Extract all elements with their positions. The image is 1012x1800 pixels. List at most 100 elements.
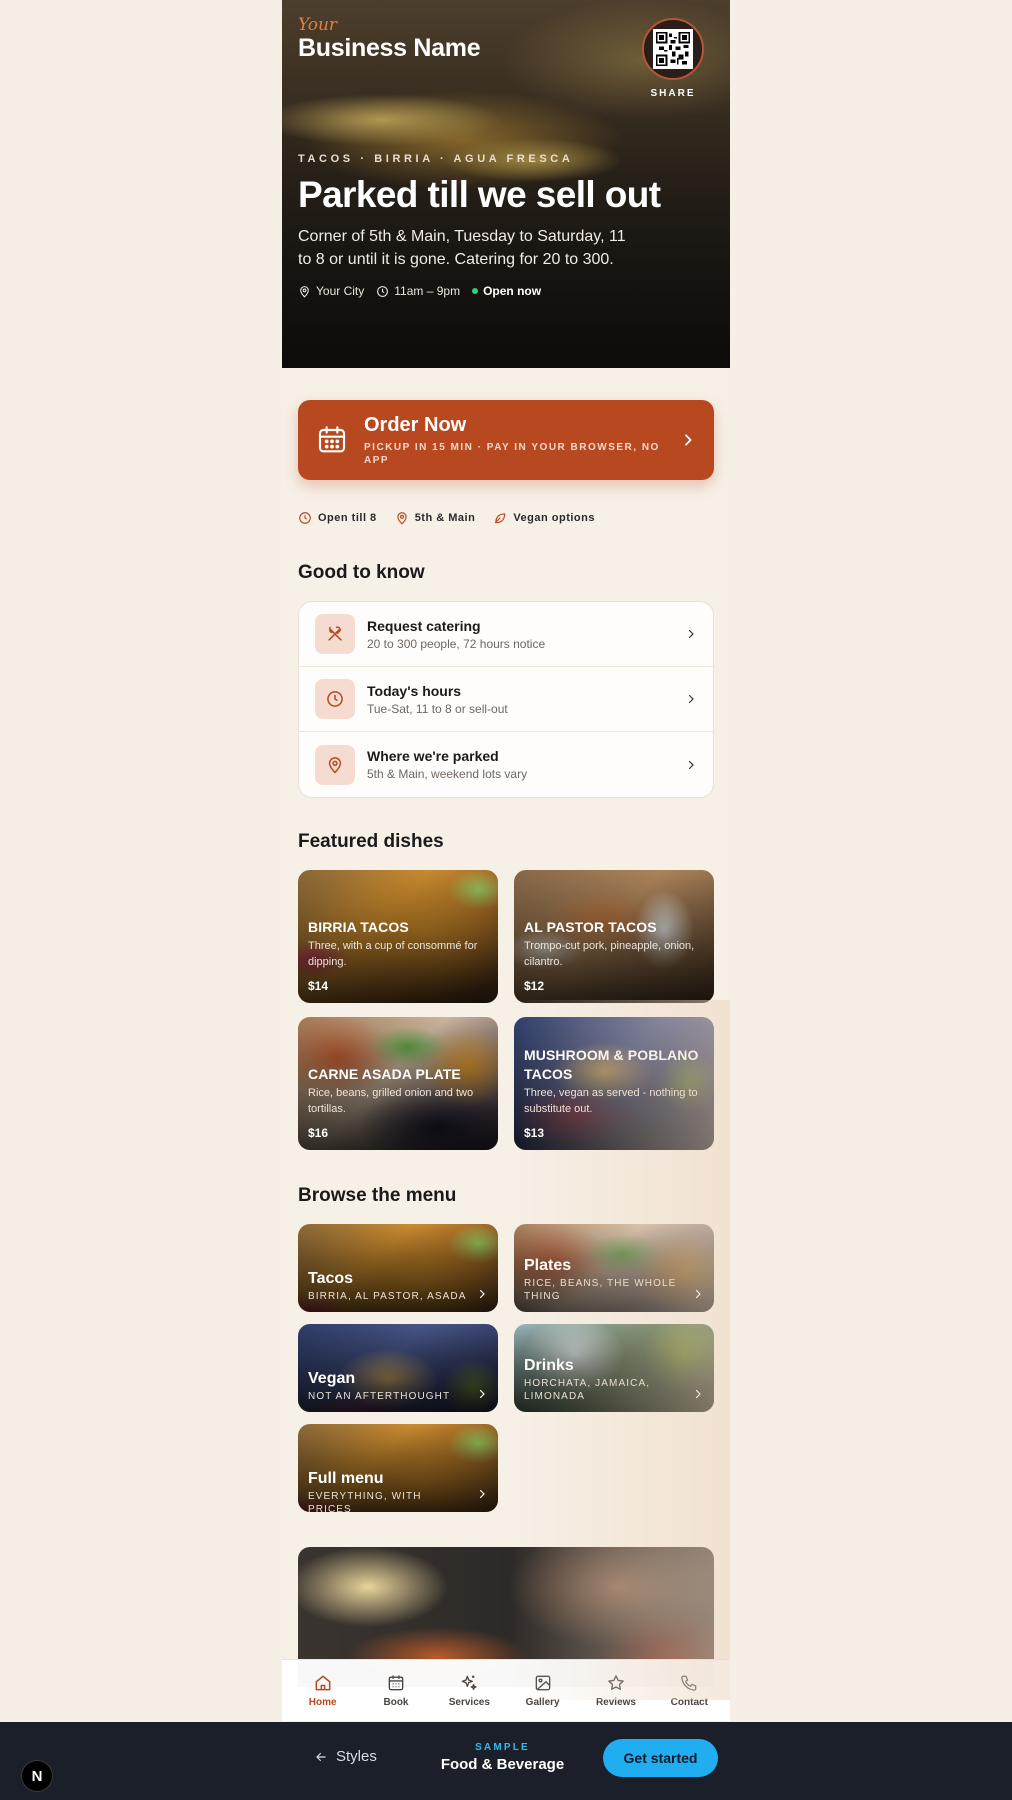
order-now-button[interactable]: Order Now PICKUP IN 15 MIN · PAY IN YOUR… (298, 400, 714, 480)
hero-subtitle: Corner of 5th & Main, Tuesday to Saturda… (298, 228, 626, 268)
dish-desc: Rice, beans, grilled onion and two torti… (308, 1087, 474, 1115)
chip-location: 5th & Main (395, 511, 476, 525)
leaf-icon (495, 513, 506, 524)
arrow-left-icon (316, 1752, 326, 1761)
dish-name: AL PASTOR TACOS (524, 919, 657, 935)
tab-label: Services (448, 1697, 490, 1708)
preview-bottom-bar: N Styles SAMPLE Food & Beverage Get star… (0, 1722, 1012, 1800)
dish-desc: Three, with a cup of consommé for dippin… (308, 940, 478, 968)
chevron-right-icon (479, 1289, 485, 1299)
menu-card-name: Plates (524, 1257, 572, 1274)
hours-meta: 11am – 9pm (376, 284, 460, 298)
hero-meta: Your City 11am – 9pm Open now (298, 284, 541, 298)
dish-price: $14 (308, 979, 329, 993)
dish-card-mushroom-poblano[interactable]: MUSHROOM & POBLANO TACOS Three, vegan as… (514, 1017, 714, 1150)
dish-card-carne-asada[interactable]: CARNE ASADA PLATE Rice, beans, grilled o… (298, 1017, 498, 1150)
menu-card-sub: HORCHATA, JAMAICA, LIMONADA (524, 1378, 651, 1402)
qr-code-icon (642, 18, 704, 80)
share-button[interactable]: SHARE (640, 18, 706, 99)
chevron-right-icon (479, 1489, 485, 1499)
tab-label: Home (308, 1697, 337, 1708)
order-subtitle: PICKUP IN 15 MIN · PAY IN YOUR BROWSER, … (364, 442, 660, 466)
dish-name: CARNE ASADA PLATE (308, 1066, 461, 1082)
dish-name: BIRRIA TACOS (308, 919, 409, 935)
map-pin-icon (300, 285, 309, 298)
chip-open-till: Open till 8 (298, 511, 377, 525)
info-row-hours[interactable]: Today's hours Tue-Sat, 11 to 8 or sell-o… (299, 667, 713, 732)
clock-icon (315, 679, 355, 719)
menu-card-sub: EVERYTHING, WITH PRICES (308, 1491, 422, 1512)
dish-desc: Three, vegan as served - nothing to subs… (524, 1087, 698, 1115)
get-started-button[interactable]: Get started (603, 1739, 718, 1777)
clock-icon (377, 285, 389, 297)
hero-banner: Your Business Name SHARE TACOS · BIRRIA … (282, 0, 730, 368)
phone-icon (681, 1675, 697, 1691)
open-status-label: Open now (483, 284, 542, 298)
back-label: Styles (336, 1748, 377, 1765)
menu-card-full-menu[interactable]: Full menu EVERYTHING, WITH PRICES (298, 1424, 498, 1512)
share-label: SHARE (650, 88, 696, 99)
info-title: Today's hours (367, 682, 462, 699)
dish-card-birria[interactable]: BIRRIA TACOS Three, with a cup of consom… (298, 870, 498, 1003)
menu-card-tacos[interactable]: Tacos BIRRIA, AL PASTOR, ASADA (298, 1224, 498, 1312)
menu-card-sub: RICE, BEANS, THE WHOLE THING (524, 1278, 677, 1302)
open-status: Open now (472, 284, 541, 298)
tab-home[interactable]: Home (289, 1673, 357, 1708)
chevron-right-icon (479, 1389, 485, 1399)
tab-label: Book (383, 1697, 409, 1708)
category-label: Food & Beverage (440, 1756, 565, 1773)
info-row-location[interactable]: Where we're parked 5th & Main, weekend l… (299, 732, 713, 797)
good-to-know-list: Request catering 20 to 300 people, 72 ho… (298, 601, 714, 798)
featured-dishes-title: Featured dishes (298, 831, 444, 852)
tab-label: Contact (670, 1697, 708, 1708)
city-label: Your City (316, 284, 365, 298)
brand-your: Your (298, 15, 338, 35)
bottom-tab-bar: Home Book Services Gallery Reviews Conta… (282, 1659, 730, 1721)
hero-title: Parked till we sell out (298, 174, 661, 215)
chevron-right-icon (688, 629, 694, 639)
menu-card-name: Tacos (308, 1270, 354, 1287)
calendar-icon (318, 426, 346, 453)
tab-services[interactable]: Services (435, 1673, 503, 1708)
map-pin-icon (397, 512, 407, 525)
chevron-right-icon (688, 760, 694, 769)
dish-card-al-pastor[interactable]: AL PASTOR TACOS Trompo-cut pork, pineapp… (514, 870, 714, 1003)
back-to-styles-button[interactable]: Styles (314, 1748, 377, 1765)
chip-label: 5th & Main (414, 512, 476, 524)
star-icon (608, 1675, 624, 1690)
info-title: Request catering (367, 617, 481, 634)
menu-card-name: Drinks (524, 1357, 574, 1374)
chevron-right-icon (695, 1389, 701, 1399)
tab-contact[interactable]: Contact (655, 1673, 723, 1708)
tab-label: Gallery (525, 1697, 560, 1708)
menu-card-drinks[interactable]: Drinks HORCHATA, JAMAICA, LIMONADA (514, 1324, 714, 1412)
n-logo-icon[interactable]: N (21, 1760, 53, 1792)
info-desc: Tue-Sat, 11 to 8 or sell-out (367, 701, 508, 716)
tab-book[interactable]: Book (362, 1673, 430, 1708)
tab-reviews[interactable]: Reviews (582, 1673, 650, 1708)
menu-card-vegan[interactable]: Vegan NOT AN AFTERTHOUGHT (298, 1324, 498, 1412)
sample-category: SAMPLE Food & Beverage (440, 1742, 565, 1773)
info-desc: 20 to 300 people, 72 hours notice (367, 636, 546, 651)
location-meta: Your City (298, 284, 364, 298)
quick-info-chips: Open till 8 5th & Main Vegan options (298, 511, 595, 525)
brand-name: Business Name (298, 34, 481, 62)
chip-vegan: Vegan options (493, 511, 595, 525)
hours-label: 11am – 9pm (394, 284, 461, 298)
tab-gallery[interactable]: Gallery (509, 1673, 577, 1708)
map-pin-icon (315, 744, 355, 785)
chevron-right-icon (695, 1289, 701, 1299)
info-row-catering[interactable]: Request catering 20 to 300 people, 72 ho… (299, 602, 713, 667)
order-title: Order Now (364, 414, 467, 436)
menu-card-name: Full menu (308, 1470, 384, 1487)
clock-icon (299, 512, 311, 524)
brand-logo[interactable]: Your Business Name (298, 15, 481, 62)
calendar-icon (388, 1675, 404, 1691)
sparkles-icon (461, 1675, 477, 1690)
menu-card-plates[interactable]: Plates RICE, BEANS, THE WHOLE THING (514, 1224, 714, 1312)
tab-label: Reviews (595, 1697, 636, 1708)
dish-price: $12 (524, 979, 545, 993)
status-dot (472, 288, 479, 294)
dish-price: $16 (308, 1126, 329, 1140)
browse-menu-title: Browse the menu (298, 1185, 457, 1206)
